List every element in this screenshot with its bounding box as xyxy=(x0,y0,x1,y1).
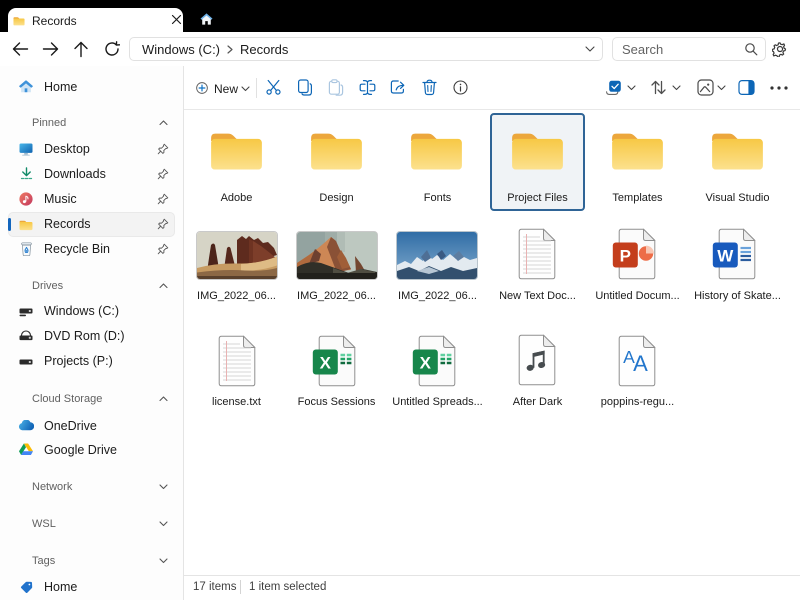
svg-text:A: A xyxy=(633,351,648,376)
svg-text:P: P xyxy=(620,247,631,266)
svg-text:X: X xyxy=(420,354,432,373)
svg-text:X: X xyxy=(320,354,332,373)
svg-text:W: W xyxy=(717,247,734,266)
